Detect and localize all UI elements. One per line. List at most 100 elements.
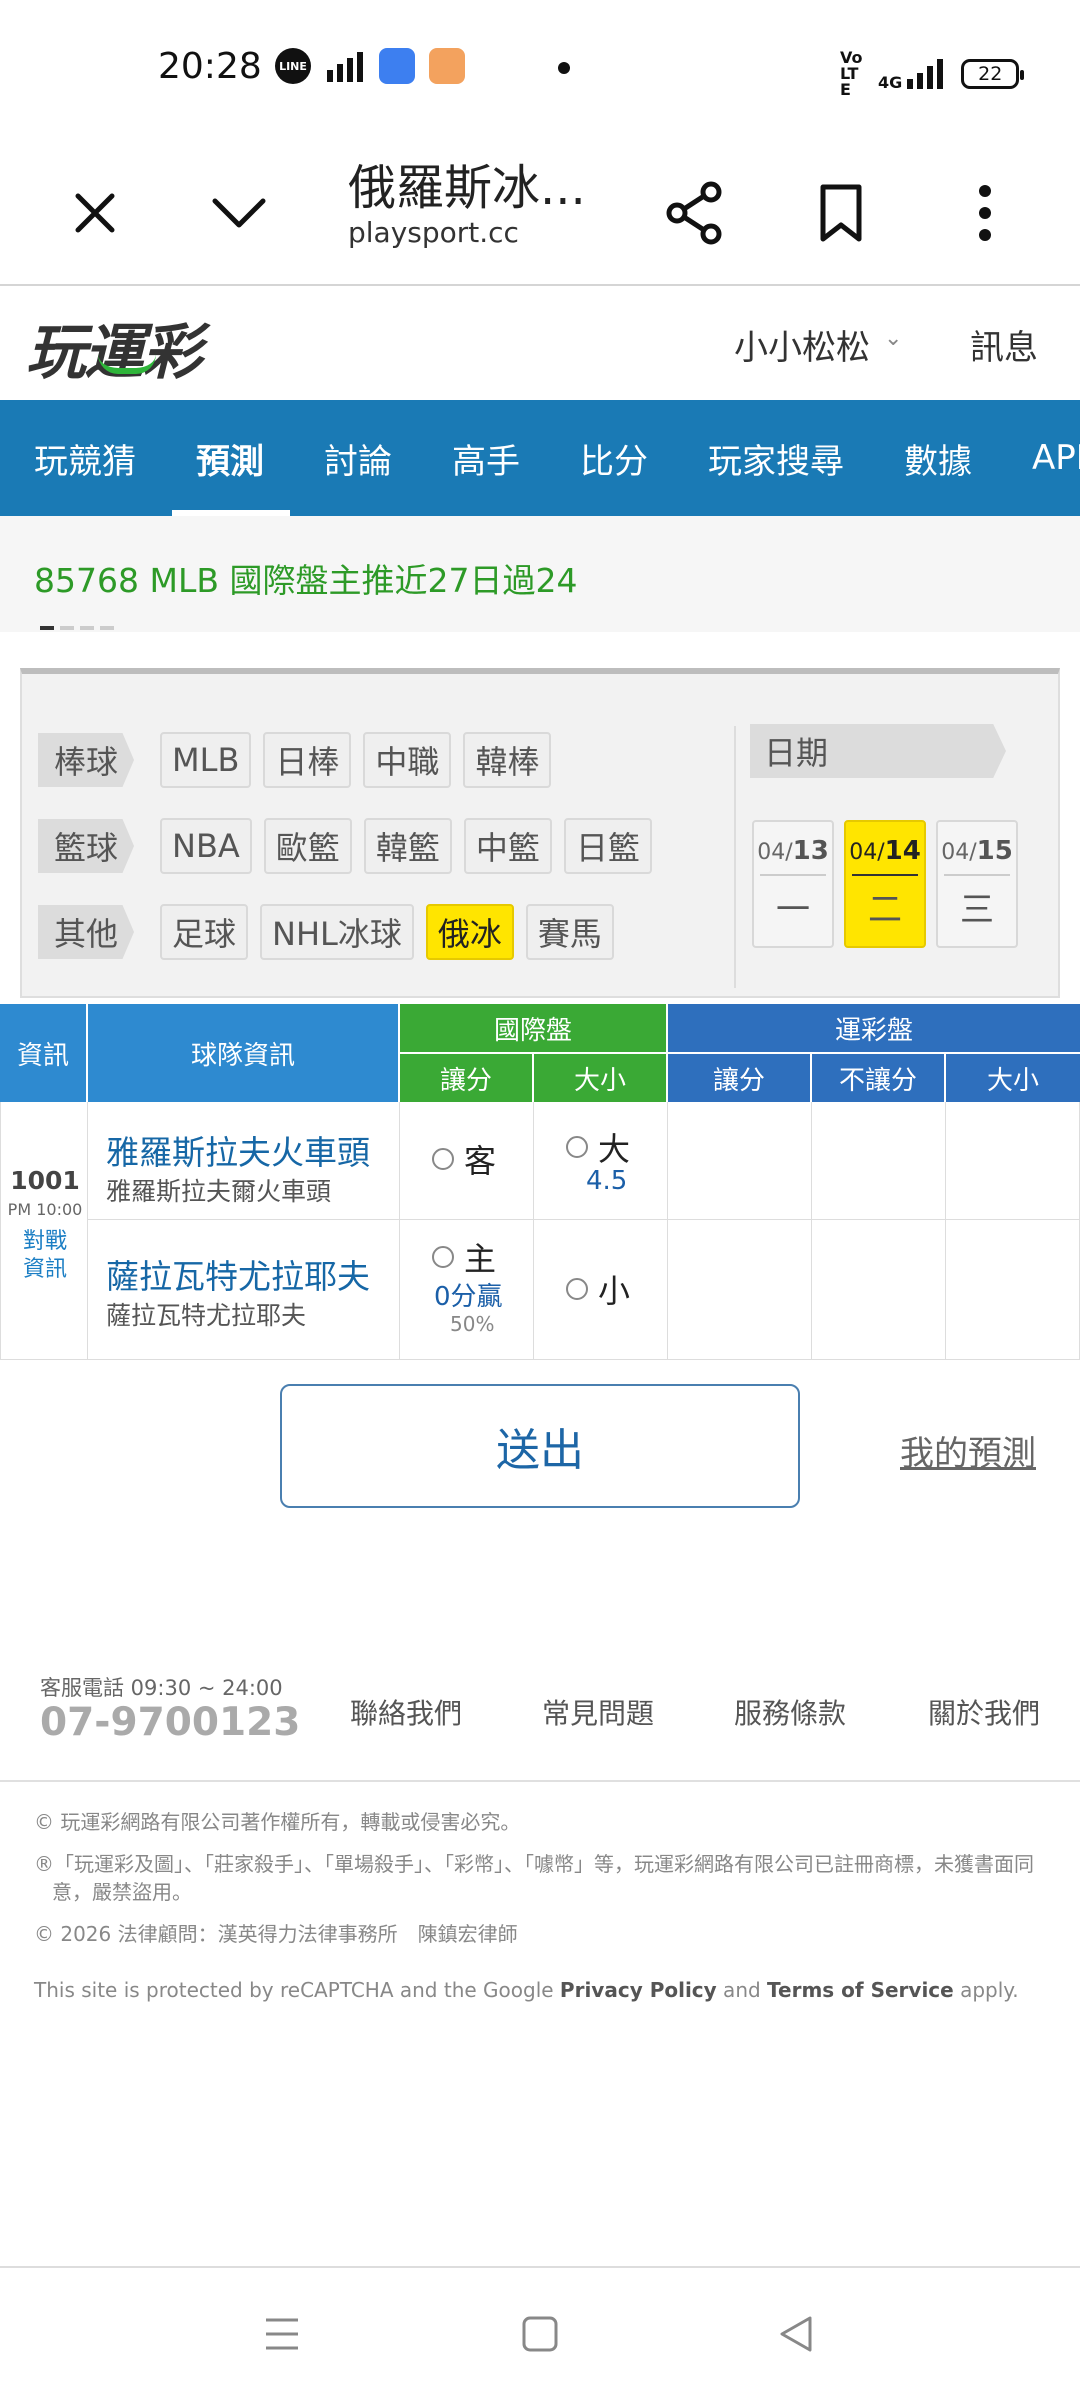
league-button[interactable]: 歐籃: [263, 818, 352, 874]
league-button[interactable]: 日棒: [263, 732, 352, 788]
league-button[interactable]: NHL冰球: [260, 904, 414, 960]
browser-toolbar: 俄羅斯冰... playsport.cc: [0, 130, 1080, 286]
game-info-cell: 1001 PM 10:00 對戰資訊: [0, 1102, 88, 1360]
menu-icon[interactable]: [262, 2314, 302, 2354]
messages-link[interactable]: 訊息: [970, 320, 1038, 369]
home-spread-option[interactable]: 主: [432, 1234, 496, 1280]
header-spread: 讓分: [400, 1054, 534, 1102]
league-button[interactable]: 賽馬: [525, 904, 614, 960]
header-intl: 國際盤: [400, 1004, 668, 1054]
date-card[interactable]: 04/13 一: [752, 820, 834, 948]
home-icon[interactable]: [520, 2314, 560, 2354]
filter-row-basketball: 籃球 NBA 歐籃 韓籃 中籃 日籃: [38, 818, 652, 874]
app-icon: [379, 48, 415, 84]
legal-text: © 2026 法律顧問：漢英得力法律事務所 陳鎮宏律師: [34, 1922, 518, 1946]
league-button[interactable]: MLB: [160, 732, 252, 788]
spread-percent: 50%: [450, 1312, 495, 1336]
nav-item-player-search[interactable]: 玩家搜尋: [674, 400, 870, 516]
under-option[interactable]: 小: [566, 1266, 630, 1312]
filter-row-baseball: 棒球 MLB 日棒 中職 韓棒: [38, 732, 552, 788]
category-label: 籃球: [38, 819, 135, 873]
category-label: 棒球: [38, 733, 135, 787]
bookmark-icon[interactable]: [806, 178, 876, 248]
announcement-banner[interactable]: 85768 MLB 國際盤主推近27日過24: [0, 516, 1080, 632]
nav-item-scores[interactable]: 比分: [546, 400, 674, 516]
chevron-down-icon[interactable]: ⌄: [884, 326, 902, 351]
home-team-name[interactable]: 薩拉瓦特尤拉耶夫: [106, 1250, 370, 1298]
league-button-selected[interactable]: 俄冰: [425, 904, 514, 960]
game-id: 1001: [10, 1166, 80, 1195]
nav-item-stats[interactable]: 數據: [870, 400, 998, 516]
league-filter-panel: 棒球 MLB 日棒 中職 韓棒 籃球 NBA 歐籃 韓籃 中籃 日籃 其他 足球…: [20, 668, 1060, 998]
my-predictions-link[interactable]: 我的預測: [900, 1426, 1036, 1475]
header-total: 大小: [534, 1054, 668, 1102]
matchup-info-link[interactable]: 對戰資訊: [1, 1228, 89, 1284]
nav-item-play[interactable]: 玩競猜: [0, 400, 162, 516]
footer-link-contact[interactable]: 聯絡我們: [350, 1692, 462, 1732]
nav-item-app[interactable]: APP: [998, 400, 1080, 516]
game-time: PM 10:00: [7, 1200, 83, 1219]
footer-link-about[interactable]: 關於我們: [928, 1692, 1040, 1732]
more-options-icon[interactable]: [950, 178, 1020, 248]
over-option[interactable]: 大: [566, 1124, 630, 1170]
back-icon[interactable]: [776, 2314, 816, 2354]
league-button[interactable]: 中籃: [463, 818, 552, 874]
site-logo[interactable]: 玩運彩: [26, 304, 202, 391]
battery-icon: 22: [961, 59, 1025, 89]
league-button[interactable]: 韓棒: [463, 732, 552, 788]
total-line: 4.5: [586, 1166, 628, 1196]
away-spread-option[interactable]: 客: [432, 1136, 496, 1182]
service-phone[interactable]: 07-9700123: [40, 1700, 300, 1745]
away-team-fullname: 雅羅斯拉夫爾火車頭: [106, 1177, 332, 1206]
volte-label: Vo LTE: [840, 48, 863, 99]
league-button[interactable]: 中職: [363, 732, 452, 788]
service-hours: 客服電話 09:30 ~ 24:00: [40, 1676, 283, 1700]
cell-signal-icon: 4G: [878, 57, 949, 91]
header-info: 資訊: [0, 1004, 88, 1102]
system-nav-bar: [0, 2266, 1080, 2400]
status-time: 20:28: [158, 46, 262, 87]
footer-link-terms[interactable]: 服務條款: [734, 1692, 846, 1732]
signal-chart-icon: [327, 52, 363, 82]
date-card-selected[interactable]: 04/14 二: [844, 820, 926, 948]
game-app-icon: [429, 48, 465, 84]
nav-item-predict[interactable]: 預測: [162, 400, 290, 516]
nav-item-experts[interactable]: 高手: [418, 400, 546, 516]
radio-icon[interactable]: [432, 1148, 454, 1170]
filter-row-other: 其他 足球 NHL冰球 俄冰 賽馬: [38, 904, 614, 960]
footer-link-faq[interactable]: 常見問題: [542, 1692, 654, 1732]
trademark-text: ®「玩運彩及圖」、「莊家殺手」、「單場殺手」、「彩幣」、「噱幣」等，玩運彩網路有…: [34, 1852, 1034, 1904]
close-icon[interactable]: [60, 178, 130, 248]
away-team-name[interactable]: 雅羅斯拉夫火車頭: [106, 1126, 370, 1174]
header-lottery: 運彩盤: [668, 1004, 1080, 1054]
date-card[interactable]: 04/15 三: [936, 820, 1018, 948]
chevron-down-icon[interactable]: [204, 178, 274, 248]
nav-item-forum[interactable]: 討論: [290, 400, 418, 516]
radio-icon[interactable]: [566, 1278, 588, 1300]
spread-line: 0分贏: [434, 1282, 503, 1312]
category-label: 其他: [38, 905, 135, 959]
recaptcha-text: This site is protected by reCAPTCHA and …: [34, 1978, 1019, 2002]
status-bar: 20:28 LINE Vo LTE 4G 22: [0, 0, 1080, 130]
announcement-text[interactable]: 85768 MLB 國際盤主推近27日過24: [34, 554, 577, 602]
line-icon: LINE: [275, 48, 311, 84]
terms-of-service-link[interactable]: Terms of Service: [767, 1978, 954, 2002]
site-header: 玩運彩 小小松松 ⌄ 訊息: [0, 288, 1080, 400]
share-icon[interactable]: [660, 178, 730, 248]
page-url: playsport.cc: [348, 216, 519, 249]
league-button[interactable]: 足球: [160, 904, 249, 960]
radio-icon[interactable]: [566, 1136, 588, 1158]
page-title: 俄羅斯冰...: [348, 160, 586, 216]
header-lottery-total: 大小: [946, 1054, 1080, 1102]
league-button[interactable]: 韓籃: [363, 818, 452, 874]
header-team: 球隊資訊: [88, 1004, 400, 1102]
league-button[interactable]: 日籃: [563, 818, 652, 874]
league-button[interactable]: NBA: [160, 818, 252, 874]
header-lottery-spread: 讓分: [668, 1054, 812, 1102]
privacy-policy-link[interactable]: Privacy Policy: [560, 1978, 717, 2002]
main-nav: 玩競猜 預測 討論 高手 比分 玩家搜尋 數據 APP: [0, 400, 1080, 516]
user-menu[interactable]: 小小松松: [734, 320, 870, 369]
radio-icon[interactable]: [432, 1246, 454, 1268]
copyright-text: © 玩運彩網路有限公司著作權所有，轉載或侵害必究。: [34, 1810, 521, 1834]
submit-button[interactable]: 送出: [280, 1384, 800, 1508]
